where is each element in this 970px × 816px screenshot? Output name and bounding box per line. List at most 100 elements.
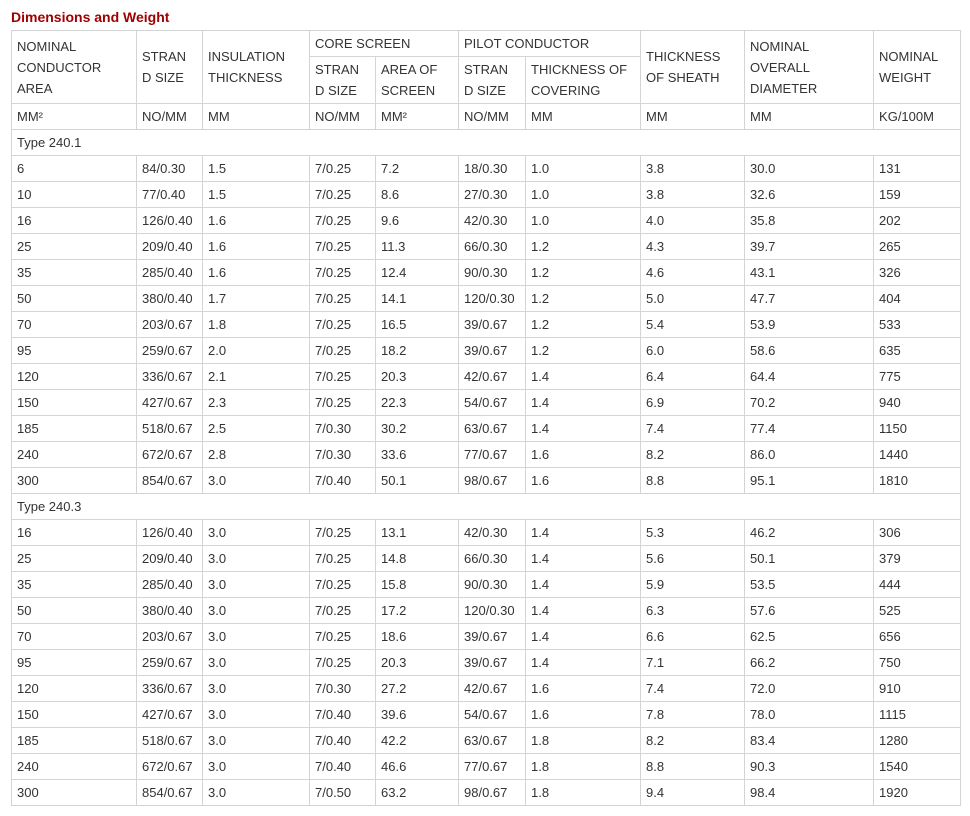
table-cell: 326 — [873, 259, 962, 286]
table-cell: 18/0.30 — [458, 155, 527, 182]
table-cell: 120 — [11, 675, 137, 702]
table-cell: 25 — [11, 233, 137, 260]
table-cell: 1.6 — [202, 233, 310, 260]
table-cell: 7/0.25 — [309, 181, 376, 208]
table-cell: 77/0.40 — [136, 181, 203, 208]
table-cell: 656 — [873, 623, 962, 650]
table-cell: 43.1 — [744, 259, 875, 286]
table-cell: 1920 — [873, 779, 962, 806]
table-cell: 72.0 — [744, 675, 875, 702]
group-row: Type 240.3 — [10, 493, 962, 520]
header-thickness-of-covering: THICKNESS OF COVERING — [525, 56, 642, 104]
table-cell: 1.8 — [202, 311, 310, 338]
table-cell: 3.0 — [202, 519, 310, 546]
table-cell: 7/0.40 — [309, 701, 376, 728]
table-cell: 1.4 — [525, 415, 642, 442]
table-cell: 3.0 — [202, 727, 310, 754]
table-cell: 1.0 — [525, 155, 642, 182]
unit-cell: MM — [640, 103, 746, 130]
table-cell: 1.6 — [202, 207, 310, 234]
table-cell: 404 — [873, 285, 962, 312]
table-cell: 98.4 — [744, 779, 875, 806]
unit-cell: MM² — [11, 103, 137, 130]
table-cell: 3.0 — [202, 753, 310, 780]
table-cell: 336/0.67 — [136, 675, 203, 702]
table-cell: 53.5 — [744, 571, 875, 598]
table-cell: 39/0.67 — [458, 623, 527, 650]
table-cell: 39.6 — [374, 701, 460, 728]
table-cell: 444 — [873, 571, 962, 598]
table-cell: 7/0.25 — [309, 363, 376, 390]
table-cell: 259/0.67 — [136, 649, 203, 676]
table-cell: 8.2 — [640, 441, 746, 468]
table-cell: 5.3 — [640, 519, 746, 546]
unit-cell: NO/MM — [309, 103, 376, 130]
table-row: 240 672/0.67 2.8 7/0.30 33.6 77/0.67 1.6 8.2 86.… — [11, 441, 962, 468]
table-cell: 209/0.40 — [136, 545, 203, 572]
table-cell: 7/0.50 — [309, 779, 376, 806]
table-cell: 203/0.67 — [136, 623, 203, 650]
table-cell: 1.4 — [525, 571, 642, 598]
table-cell: 46.2 — [744, 519, 875, 546]
table-cell: 70.2 — [744, 389, 875, 416]
table-cell: 39/0.67 — [458, 311, 527, 338]
table-cell: 16 — [11, 207, 137, 234]
table-cell: 3.0 — [202, 649, 310, 676]
table-cell: 1.5 — [202, 181, 310, 208]
table-cell: 8.2 — [640, 727, 746, 754]
table-row: 300 854/0.67 3.0 7/0.40 50.1 98/0.67 1.6 8.8 95.… — [11, 467, 962, 494]
header-core-strand-size: STRAN D SIZE — [309, 56, 376, 104]
table-cell: 380/0.40 — [136, 285, 203, 312]
table-cell: 7/0.25 — [309, 519, 376, 546]
table-cell: 5.9 — [640, 571, 746, 598]
table-cell: 62.5 — [744, 623, 875, 650]
table-cell: 910 — [873, 675, 962, 702]
table-cell: 54/0.67 — [458, 701, 527, 728]
table-cell: 775 — [873, 363, 962, 390]
table-cell: 1150 — [873, 415, 962, 442]
table-cell: 30.0 — [744, 155, 875, 182]
table-cell: 209/0.40 — [136, 233, 203, 260]
table-cell: 185 — [11, 727, 137, 754]
table-cell: 6 — [11, 155, 137, 182]
dimensions-table: NOMINAL CONDUCTOR AREA STRAN D SIZE INSU… — [10, 30, 962, 806]
table-cell: 66/0.30 — [458, 545, 527, 572]
header-nominal-weight: NOMINAL WEIGHT — [873, 30, 962, 104]
table-cell: 126/0.40 — [136, 519, 203, 546]
table-cell: 7.1 — [640, 649, 746, 676]
table-cell: 66/0.30 — [458, 233, 527, 260]
table-cell: 11.3 — [374, 233, 460, 260]
table-cell: 126/0.40 — [136, 207, 203, 234]
table-cell: 7/0.25 — [309, 155, 376, 182]
table-cell: 84/0.30 — [136, 155, 203, 182]
table-cell: 120 — [11, 363, 137, 390]
table-row: 240 672/0.67 3.0 7/0.40 46.6 77/0.67 1.8 8.8 90.… — [11, 753, 962, 780]
table-cell: 50.1 — [374, 467, 460, 494]
table-cell: 42/0.67 — [458, 363, 527, 390]
table-cell: 95.1 — [744, 467, 875, 494]
table-cell: 35 — [11, 571, 137, 598]
table-cell: 7/0.25 — [309, 649, 376, 676]
table-row: 150 427/0.67 2.3 7/0.25 22.3 54/0.67 1.4 6.9 70.… — [11, 389, 962, 416]
table-cell: 1.4 — [525, 545, 642, 572]
table-cell: 4.6 — [640, 259, 746, 286]
table-cell: 1.6 — [525, 701, 642, 728]
table-cell: 285/0.40 — [136, 571, 203, 598]
table-cell: 3.0 — [202, 467, 310, 494]
table-cell: 8.8 — [640, 753, 746, 780]
table-cell: 7/0.30 — [309, 675, 376, 702]
table-cell: 9.4 — [640, 779, 746, 806]
table-cell: 2.3 — [202, 389, 310, 416]
unit-cell: MM² — [374, 103, 460, 130]
table-cell: 533 — [873, 311, 962, 338]
table-row: 300 854/0.67 3.0 7/0.50 63.2 98/0.67 1.8 9.4 98.… — [11, 779, 962, 806]
table-cell: 7/0.25 — [309, 597, 376, 624]
table-cell: 518/0.67 — [136, 415, 203, 442]
section-title: Dimensions and Weight — [11, 9, 170, 25]
table-cell: 39.7 — [744, 233, 875, 260]
table-cell: 1.0 — [525, 207, 642, 234]
table-cell: 259/0.67 — [136, 337, 203, 364]
table-cell: 39/0.67 — [458, 649, 527, 676]
table-cell: 7/0.25 — [309, 311, 376, 338]
table-cell: 3.0 — [202, 597, 310, 624]
